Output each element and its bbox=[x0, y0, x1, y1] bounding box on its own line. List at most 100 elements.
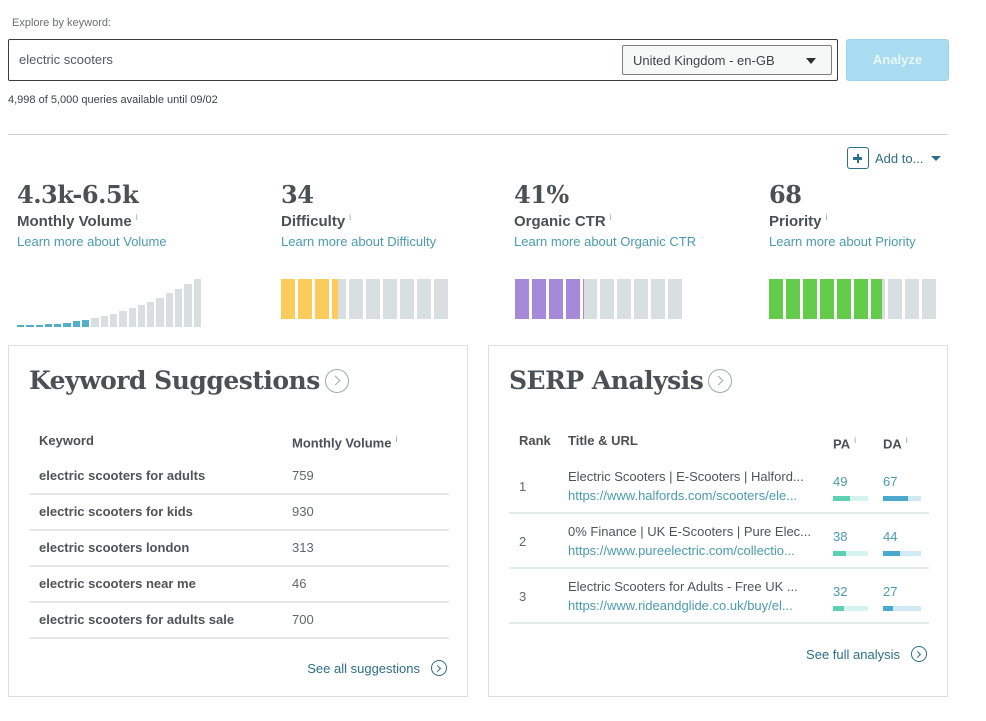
chevron-down-icon bbox=[806, 58, 816, 64]
result-url-link[interactable]: https://www.pureelectric.com/collectio..… bbox=[568, 543, 795, 558]
difficulty-score-bar bbox=[281, 279, 451, 319]
table-row: 1 Electric Scooters | E-Scooters | Halfo… bbox=[509, 459, 929, 514]
volume-cell: 313 bbox=[292, 540, 314, 555]
volume-cell: 46 bbox=[292, 576, 307, 591]
result-title: Electric Scooters for Adults - Free UK .… bbox=[568, 579, 798, 594]
da-value: 67 bbox=[883, 474, 898, 489]
volume-cell: 930 bbox=[292, 504, 314, 519]
add-to-label: Add to... bbox=[875, 150, 924, 166]
score-segment bbox=[515, 279, 529, 319]
volume-bucket bbox=[137, 305, 146, 327]
info-icon[interactable]: i bbox=[906, 435, 908, 445]
column-da: DA i bbox=[883, 435, 908, 452]
keyword-cell[interactable]: electric scooters near me bbox=[39, 576, 196, 591]
da-value: 27 bbox=[883, 584, 898, 599]
volume-bucket bbox=[91, 318, 99, 327]
chevron-right-circle-icon[interactable] bbox=[708, 368, 733, 393]
info-icon[interactable]: i bbox=[826, 212, 828, 222]
chevron-right-circle-icon bbox=[431, 660, 447, 676]
score-segment bbox=[871, 279, 885, 319]
metric-monthly-volume: 4.3k-6.5k Monthly Volume i Learn more abo… bbox=[17, 180, 167, 249]
add-to-button[interactable]: Add to... bbox=[847, 146, 942, 170]
score-segment-fill bbox=[769, 279, 783, 319]
learn-more-link[interactable]: Learn more about Volume bbox=[17, 234, 167, 249]
see-all-suggestions-link[interactable]: See all suggestions bbox=[307, 660, 447, 676]
chevron-right-circle-icon bbox=[911, 646, 927, 662]
score-segment bbox=[617, 279, 631, 319]
keyword-input[interactable] bbox=[19, 52, 609, 67]
score-segment bbox=[905, 279, 919, 319]
see-full-analysis-link[interactable]: See full analysis bbox=[806, 646, 927, 662]
info-icon[interactable]: i bbox=[395, 434, 397, 444]
learn-more-link[interactable]: Learn more about Organic CTR bbox=[514, 234, 696, 249]
table-row[interactable]: electric scooters near me 46 bbox=[29, 567, 449, 603]
plus-icon bbox=[847, 147, 869, 169]
volume-histogram bbox=[17, 278, 203, 327]
score-segment bbox=[668, 279, 682, 319]
keyword-suggestions-panel: Keyword Suggestions Keyword Monthly Volu… bbox=[8, 345, 468, 697]
metric-value: 34 bbox=[281, 180, 314, 209]
keyword-cell[interactable]: electric scooters for adults bbox=[39, 468, 205, 483]
pa-bar-fill bbox=[833, 496, 851, 501]
column-keyword: Keyword bbox=[39, 433, 94, 448]
volume-bucket bbox=[156, 297, 164, 327]
score-segment-fill bbox=[298, 279, 312, 319]
volume-bucket bbox=[175, 289, 183, 327]
keyword-suggestions-title[interactable]: Keyword Suggestions bbox=[29, 366, 349, 395]
table-row[interactable]: electric scooters for kids 930 bbox=[29, 495, 449, 531]
score-segment bbox=[332, 279, 346, 319]
column-pa: PA i bbox=[833, 435, 857, 452]
learn-more-link[interactable]: Learn more about Priority bbox=[769, 234, 916, 249]
result-title: Electric Scooters | E-Scooters | Halford… bbox=[568, 469, 804, 484]
score-segment bbox=[281, 279, 295, 319]
score-segment bbox=[786, 279, 800, 319]
volume-bucket bbox=[44, 324, 53, 327]
metric-priority: 68 Priority i Learn more about Priority bbox=[769, 180, 916, 249]
table-row[interactable]: electric scooters for adults sale 700 bbox=[29, 603, 449, 639]
column-title-url: Title & URL bbox=[568, 433, 638, 448]
keyword-cell[interactable]: electric scooters london bbox=[39, 540, 189, 555]
info-icon[interactable]: i bbox=[610, 212, 612, 222]
metric-name: Priority i bbox=[769, 212, 828, 230]
result-url-link[interactable]: https://www.rideandglide.co.uk/buy/el... bbox=[568, 598, 793, 613]
volume-bucket bbox=[82, 319, 90, 327]
score-segment bbox=[820, 279, 834, 319]
volume-bucket bbox=[72, 321, 81, 327]
metric-organic-ctr: 41% Organic CTR i Learn more about Organi… bbox=[514, 180, 696, 249]
pa-value: 38 bbox=[833, 529, 848, 544]
locale-select-value: United Kingdom - en-GB bbox=[633, 53, 775, 68]
da-bar-fill bbox=[883, 496, 909, 501]
chevron-right-circle-icon[interactable] bbox=[324, 368, 349, 393]
learn-more-link[interactable]: Learn more about Difficulty bbox=[281, 234, 436, 249]
score-segment bbox=[583, 279, 597, 319]
volume-bucket bbox=[63, 322, 71, 327]
metric-difficulty: 34 Difficulty i Learn more about Difficul… bbox=[281, 180, 436, 249]
score-segment bbox=[769, 279, 783, 319]
table-row[interactable]: electric scooters london 313 bbox=[29, 531, 449, 567]
locale-select[interactable]: United Kingdom - en-GB bbox=[622, 45, 832, 75]
table-row: 2 0% Finance | UK E-Scooters | Pure Elec… bbox=[509, 514, 929, 569]
result-url-link[interactable]: https://www.halfords.com/scooters/ele... bbox=[568, 488, 797, 503]
score-segment-fill bbox=[549, 279, 563, 319]
info-icon[interactable]: i bbox=[136, 212, 138, 222]
pa-value: 32 bbox=[833, 584, 848, 599]
da-bar-fill bbox=[883, 606, 894, 611]
metric-name: Organic CTR i bbox=[514, 212, 612, 230]
pa-bar bbox=[833, 551, 868, 556]
organic-ctr-score-bar bbox=[515, 279, 685, 319]
score-segment bbox=[837, 279, 851, 319]
keyword-suggestions-list: electric scooters for adults 759 electric… bbox=[29, 459, 449, 639]
info-icon[interactable]: i bbox=[349, 212, 351, 222]
keyword-cell[interactable]: electric scooters for kids bbox=[39, 504, 193, 519]
score-segment-fill bbox=[532, 279, 546, 319]
pa-bar bbox=[833, 606, 868, 611]
serp-analysis-title[interactable]: SERP Analysis bbox=[509, 366, 733, 395]
column-rank: Rank bbox=[519, 433, 551, 448]
analyze-button[interactable]: Analyze bbox=[846, 39, 949, 81]
rank-cell: 3 bbox=[519, 589, 527, 604]
keyword-cell[interactable]: electric scooters for adults sale bbox=[39, 612, 234, 627]
table-row[interactable]: electric scooters for adults 759 bbox=[29, 459, 449, 495]
serp-analysis-panel: SERP Analysis Rank Title & URL PA i DA i 1… bbox=[488, 345, 948, 697]
info-icon[interactable]: i bbox=[854, 435, 856, 445]
query-quota-note: 4,998 of 5,000 queries available until 0… bbox=[8, 94, 218, 106]
